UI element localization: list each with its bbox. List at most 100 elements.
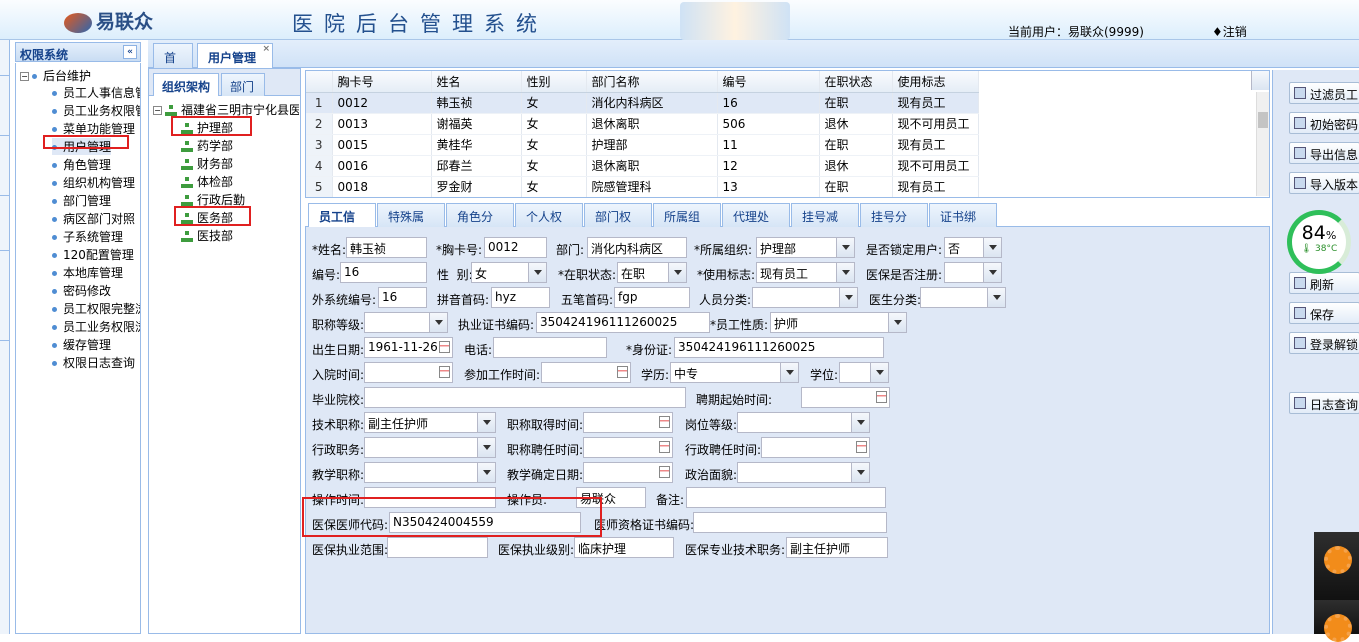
sex-select[interactable]: 女: [471, 262, 547, 283]
tab-reg-dist[interactable]: 挂号分发: [860, 203, 928, 241]
media-widget[interactable]: [1314, 532, 1359, 600]
org-node[interactable]: 医技部: [181, 227, 233, 244]
tab-staff-info[interactable]: 员工信息: [308, 203, 376, 241]
nav-item[interactable]: 本地库管理: [52, 264, 123, 281]
nav-item[interactable]: 权限日志查询: [52, 354, 135, 371]
calendar-icon[interactable]: [617, 366, 628, 378]
tab-org-structure[interactable]: 组织架构: [153, 73, 219, 96]
adminhire-field[interactable]: [761, 437, 870, 458]
tab-role-dist[interactable]: 角色分发: [446, 203, 514, 241]
nav-item[interactable]: 120配置管理: [52, 246, 134, 263]
tech-select[interactable]: 副主任护师: [364, 412, 496, 433]
rank-select[interactable]: [364, 312, 448, 333]
teachdate-field[interactable]: [583, 462, 673, 483]
table-row[interactable]: 1 0012 韩玉祯女消化内科病区 16 在职 现有员工: [306, 92, 979, 114]
nav-item[interactable]: 病区部门对照: [52, 210, 135, 227]
table-row[interactable]: 5 0018 罗金财女院感管理科 13 在职 现有员工: [306, 176, 979, 197]
calendar-icon[interactable]: [659, 416, 670, 428]
org-select[interactable]: 护理部: [756, 237, 855, 258]
techhire-field[interactable]: [583, 437, 673, 458]
tab-org-belong[interactable]: 所属组织: [653, 203, 721, 241]
nature-select[interactable]: 护师: [770, 312, 907, 333]
column-header[interactable]: 姓名: [431, 71, 522, 93]
table-row[interactable]: 4 0016 邱春兰女退休离职 12 退休 现不可用员工: [306, 155, 979, 177]
media-widget-2[interactable]: [1314, 600, 1359, 642]
nav-item[interactable]: 员工人事信息管: [52, 84, 140, 101]
calendar-icon[interactable]: [439, 341, 450, 353]
tab-dept[interactable]: 部门: [221, 73, 265, 96]
scope-field[interactable]: [387, 537, 488, 558]
teach-select[interactable]: [364, 462, 496, 483]
calendar-icon[interactable]: [659, 466, 670, 478]
card-field[interactable]: 0012: [484, 237, 547, 258]
phone-field[interactable]: [493, 337, 607, 358]
name-field[interactable]: 韩玉祯: [346, 237, 427, 258]
entry-date-field[interactable]: [364, 362, 453, 383]
pinyin-field[interactable]: hyz: [491, 287, 550, 308]
org-node[interactable]: 财务部: [181, 155, 233, 172]
nav-item[interactable]: 部门管理: [52, 192, 111, 209]
refresh-button[interactable]: 刷新: [1289, 272, 1359, 294]
lock-select[interactable]: 否: [944, 237, 1002, 258]
title-field[interactable]: 副主任护师: [786, 537, 888, 558]
save-button[interactable]: 保存: [1289, 302, 1359, 324]
column-header[interactable]: 胸卡号: [332, 71, 432, 93]
filter-staff-button[interactable]: 过滤员工: [1289, 82, 1359, 104]
collapse-tree-icon[interactable]: −: [20, 72, 29, 81]
column-header[interactable]: 在职状态: [819, 71, 893, 93]
work-date-field[interactable]: [541, 362, 631, 383]
export-info-button[interactable]: 导出信息: [1289, 142, 1359, 164]
column-header[interactable]: 使用标志: [892, 71, 979, 93]
tab-home[interactable]: 首页: [153, 43, 193, 82]
column-header[interactable]: 性别: [521, 71, 587, 93]
insured-select[interactable]: [944, 262, 1002, 283]
grid-scrollbar[interactable]: [1256, 92, 1269, 196]
nav-item[interactable]: 角色管理: [52, 156, 111, 173]
level-field[interactable]: 临床护理: [574, 537, 674, 558]
scrollbar-thumb[interactable]: [1258, 112, 1268, 128]
remark-field[interactable]: [686, 487, 886, 508]
nav-item[interactable]: 子系统管理: [52, 228, 123, 245]
collapse-panel-button[interactable]: «: [123, 45, 137, 59]
log-query-button[interactable]: 日志查询: [1289, 392, 1359, 414]
dept-field[interactable]: 消化内科病区: [587, 237, 687, 258]
cert-field[interactable]: [693, 512, 887, 533]
tab-proxy-rx[interactable]: 代理处方: [722, 203, 790, 241]
column-header[interactable]: 部门名称: [586, 71, 718, 93]
nav-item[interactable]: 员工业务权限管: [52, 102, 140, 119]
post-select[interactable]: [737, 412, 870, 433]
table-row[interactable]: 3 0015 黄桂华女护理部 11 在职 现有员工: [306, 134, 979, 156]
hire-date-field[interactable]: [801, 387, 890, 408]
id-field[interactable]: 350424196111260025: [674, 337, 884, 358]
birth-date-field[interactable]: 1961-11-26: [364, 337, 453, 358]
tab-reg-discount[interactable]: 挂号减免: [791, 203, 859, 241]
tab-personal-perm[interactable]: 个人权限: [515, 203, 583, 241]
collapse-tree-icon[interactable]: −: [153, 106, 162, 115]
ext-field[interactable]: 16: [378, 287, 427, 308]
edu-select[interactable]: 中专: [670, 362, 799, 383]
import-version-button[interactable]: 导入版本: [1289, 172, 1359, 194]
politic-select[interactable]: [737, 462, 870, 483]
org-node[interactable]: 体检部: [181, 173, 233, 190]
techdate-field[interactable]: [583, 412, 673, 433]
nav-item[interactable]: 缓存管理: [52, 336, 111, 353]
degree-select[interactable]: [839, 362, 889, 383]
wubi-field[interactable]: fgp: [614, 287, 690, 308]
flag-select[interactable]: 现有员工: [756, 262, 855, 283]
admin-select[interactable]: [364, 437, 496, 458]
logout-link[interactable]: ♦注销: [1212, 23, 1247, 40]
calendar-icon[interactable]: [856, 441, 867, 453]
calendar-icon[interactable]: [659, 441, 670, 453]
nav-item[interactable]: 员工业务权限浏: [52, 318, 140, 335]
tab-dept-perm[interactable]: 部门权限: [584, 203, 652, 241]
license-field[interactable]: 350424196111260025: [536, 312, 710, 333]
nav-item[interactable]: 员工权限完整浏: [52, 300, 140, 317]
tab-special-attr[interactable]: 特殊属性: [377, 203, 445, 241]
nav-item[interactable]: 组织机构管理: [52, 174, 135, 191]
school-field[interactable]: [364, 387, 686, 408]
init-password-button[interactable]: 初始密码: [1289, 112, 1359, 134]
status-select[interactable]: 在职: [617, 262, 687, 283]
pcat-select[interactable]: [752, 287, 858, 308]
org-node[interactable]: 药学部: [181, 137, 233, 154]
tree-root[interactable]: − 后台维护: [20, 67, 91, 84]
